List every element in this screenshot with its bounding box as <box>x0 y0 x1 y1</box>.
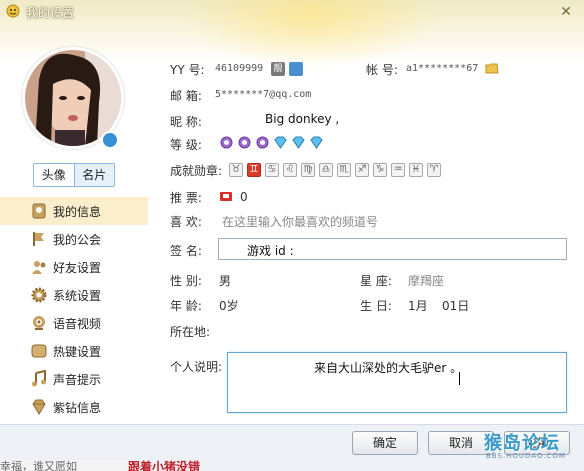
gear-icon <box>31 287 47 303</box>
medal-icon[interactable]: ♏ <box>337 163 351 177</box>
location-label: 所在地: <box>170 325 211 339</box>
level-diamond-icon <box>310 136 323 149</box>
sidebar-item-friends[interactable]: 好友设置 <box>0 253 148 281</box>
level-diamond-icon <box>274 136 287 149</box>
age-value: 0岁 <box>219 299 239 313</box>
nickname-label: 昵 称: <box>170 115 202 129</box>
yy-logo-icon <box>6 4 20 18</box>
text-cursor <box>459 372 460 385</box>
sidebar-item-label: 我的信息 <box>53 205 102 219</box>
window-title: 我的设置 <box>26 6 75 20</box>
account-label: 帐 号: <box>366 63 398 77</box>
tab-avatar[interactable]: 头像 <box>34 164 74 186</box>
medal-icon[interactable]: ♒ <box>391 163 405 177</box>
left-panel: 头像 名片 我的信息 我的公会 好友设置 系统设置 语音视频 热键设置 声音提示… <box>0 24 148 424</box>
sidebar-item-label: 紫钻信息 <box>53 401 102 415</box>
sidebar-item-voice-video[interactable]: 语音视频 <box>0 309 148 337</box>
yy-number-value: 46109999 <box>215 63 264 74</box>
medal-icon[interactable]: ♋ <box>265 163 279 177</box>
description-value: 来自大山深处的大毛驴er 。 <box>314 361 463 375</box>
hotkey-icon <box>31 344 47 358</box>
watermark-url: BBS.HOUDAO.COM <box>486 452 566 460</box>
medal-icon[interactable]: ♍ <box>301 163 315 177</box>
zodiac-label: 星 座: <box>360 274 392 288</box>
medal-icon[interactable]: ♎ <box>319 163 333 177</box>
likes-input[interactable]: 在这里输入你最喜欢的频道号 <box>222 213 378 230</box>
gender-value: 男 <box>219 274 232 288</box>
level-diamond-icon <box>292 136 305 149</box>
description-label: 个人说明: <box>170 360 223 374</box>
signature-input[interactable]: 游戏 id : <box>218 238 567 260</box>
folder-icon[interactable] <box>485 61 499 75</box>
account-value: a1********67 <box>406 63 479 74</box>
likes-label: 喜 欢: <box>170 215 202 229</box>
level-moon-icon <box>256 136 269 149</box>
medal-icon[interactable]: ♌ <box>283 163 297 177</box>
friends-icon <box>32 261 46 274</box>
tickets-label: 推 票: <box>170 191 202 205</box>
medal-icon[interactable]: ♊ <box>247 163 261 177</box>
verified-badge-icon <box>101 131 119 149</box>
sidebar-item-system[interactable]: 系统设置 <box>0 281 148 309</box>
email-label: 邮 箱: <box>170 89 202 103</box>
sidebar-item-label: 我的公会 <box>53 233 102 247</box>
close-button[interactable]: ✕ <box>556 4 576 20</box>
level-moon-icon <box>220 136 233 149</box>
sidebar-item-label: 热键设置 <box>53 345 102 359</box>
level-label: 等 级: <box>170 138 202 152</box>
diamond-icon <box>32 399 46 415</box>
yy-number-label: YY 号: <box>170 63 205 77</box>
medals-label: 成就勋章: <box>170 164 223 178</box>
info-card-icon <box>32 203 46 219</box>
medal-icon[interactable]: ♈ <box>427 163 441 177</box>
music-note-icon <box>32 370 46 387</box>
ok-button[interactable]: 确定 <box>352 431 418 455</box>
sidebar-item-label: 语音视频 <box>53 317 102 331</box>
medal-icon[interactable]: ♐ <box>355 163 369 177</box>
webcam-icon <box>33 316 45 330</box>
background-text: 幸福，谁又愿如 <box>0 460 77 471</box>
birthday-month[interactable]: 1月 <box>408 297 428 314</box>
avatar-card-toggle: 头像 名片 <box>33 163 115 187</box>
level-moon-icon <box>238 136 251 149</box>
birthday-label: 生 日: <box>360 299 392 313</box>
ticket-icon <box>220 192 232 201</box>
sidebar-item-label: 好友设置 <box>53 261 102 275</box>
signature-value: 游戏 id : <box>247 244 294 258</box>
sidebar-item-label: 声音提示 <box>53 373 102 387</box>
birthday-day[interactable]: 01日 <box>442 297 469 314</box>
pretty-number-icon: 靓 <box>271 62 285 76</box>
flag-icon <box>33 232 44 246</box>
medal-icon[interactable]: ♉ <box>229 163 243 177</box>
background-strip: 幸福，谁又愿如 <box>0 460 140 471</box>
zodiac-value: 摩羯座 <box>408 274 445 288</box>
sidebar-item-my-info[interactable]: 我的信息 <box>0 197 148 225</box>
id-card-icon[interactable] <box>289 62 303 76</box>
signature-label: 签 名: <box>170 244 202 258</box>
age-label: 年 龄: <box>170 299 202 313</box>
sidebar-item-hotkeys[interactable]: 热键设置 <box>0 337 148 365</box>
sidebar-item-label: 系统设置 <box>53 289 102 303</box>
gender-label: 性 别: <box>170 274 202 288</box>
nickname-value: Big donkey , <box>265 112 340 126</box>
settings-window: 我的设置 ✕ 头像 名片 我的信息 我的公会 好友设置 系统设置 语音视频 热键… <box>0 0 584 471</box>
medal-icon[interactable]: ♓ <box>409 163 423 177</box>
tab-card[interactable]: 名片 <box>73 164 114 186</box>
email-value: 5*******7@qq.com <box>215 89 312 100</box>
description-textarea[interactable]: 来自大山深处的大毛驴er 。 <box>227 352 567 413</box>
medal-icon[interactable]: ♑ <box>373 163 387 177</box>
title-bar: 我的设置 ✕ <box>0 0 584 24</box>
sidebar-item-my-guild[interactable]: 我的公会 <box>0 225 148 253</box>
sidebar-item-purple-diamond[interactable]: 紫钻信息 <box>0 393 148 421</box>
close-icon: ✕ <box>560 4 572 20</box>
tickets-value: 0 <box>240 190 248 204</box>
sidebar-item-sounds[interactable]: 声音提示 <box>0 365 148 393</box>
background-red-text: 跟着小猪没错 <box>128 460 201 471</box>
